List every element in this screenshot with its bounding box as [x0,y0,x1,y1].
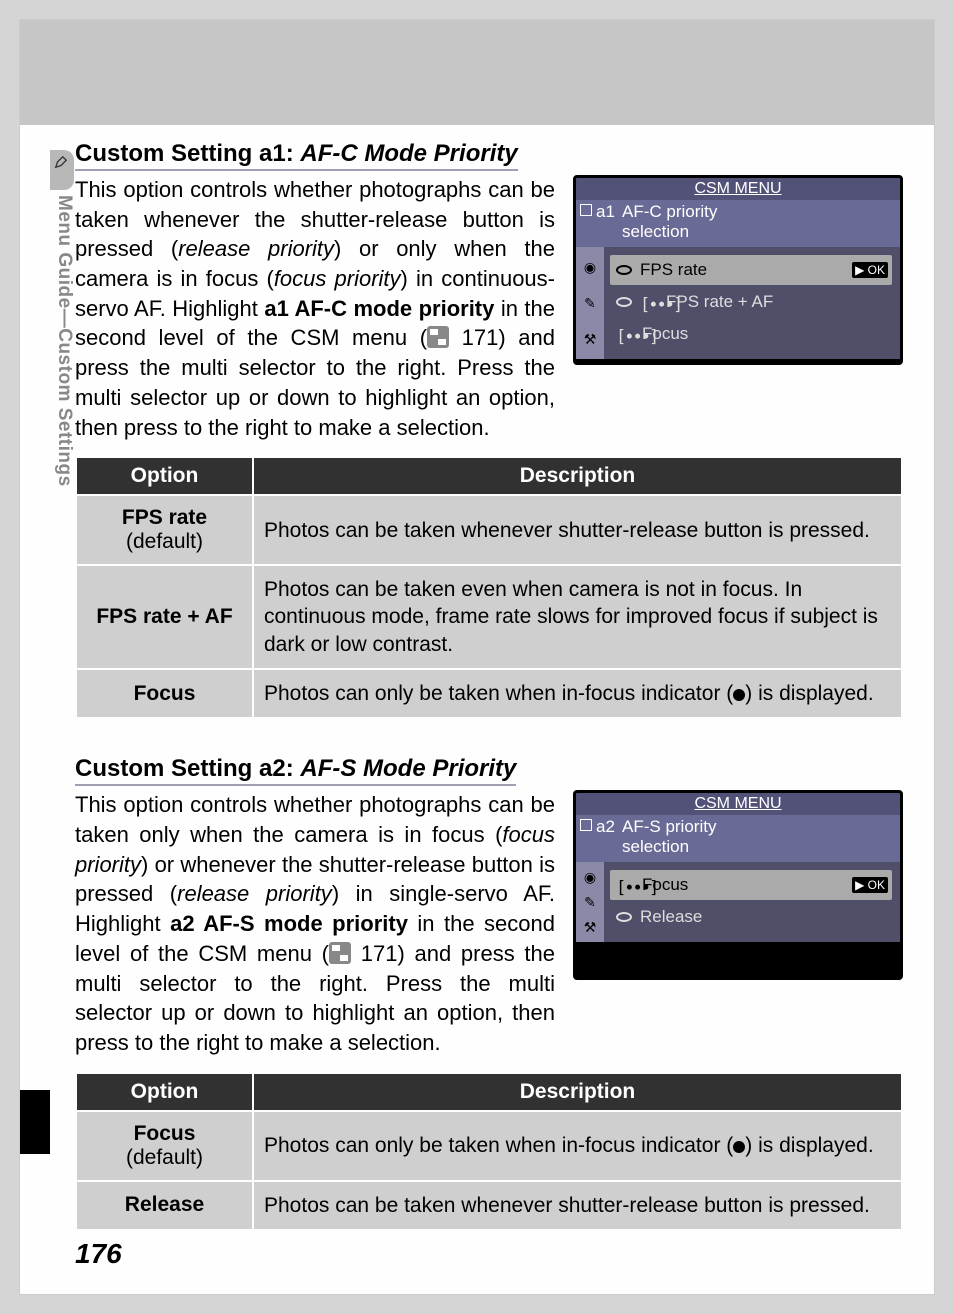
play-icon [580,819,592,831]
options-table-a1: Option Description FPS rate(default)Phot… [75,456,903,719]
table-header-option: Option [77,458,252,494]
option-cell: Focus(default) [77,1112,252,1180]
lcd-option: [∙∙∙] FPS rate + AF [610,287,892,317]
table-row: FocusPhotos can only be taken when in-fo… [77,670,901,717]
wrench-icon: ⚒ [584,331,597,348]
lcd-option-label: Release [640,907,702,927]
dial-icon [616,297,632,307]
pencil-icon [54,155,68,169]
heading-a1: Custom Setting a1: AF-C Mode Priority [75,140,518,171]
thumb-index [20,1090,50,1154]
description-cell: Photos can be taken even when camera is … [254,566,901,668]
lcd-option-label: FPS rate [640,260,707,280]
sidebar-label: Menu Guide—Custom Settings [53,195,75,487]
bracket-icon: [∙∙∙] [616,327,634,341]
lcd-option: Release [610,902,892,932]
options-table-a2: Option Description Focus(default)Photos … [75,1072,903,1231]
page-ref-icon [427,326,449,348]
table-row: FPS rate + AFPhotos can be taken even wh… [77,566,901,668]
option-cell: FPS rate(default) [77,496,252,564]
pencil-icon: ✎ [584,894,596,911]
description-cell: Photos can only be taken when in-focus i… [254,1112,901,1180]
focus-dot-icon [733,689,745,701]
lcd-side-icons: ◉ ✎ ⚒ [576,862,604,942]
camera-icon: ◉ [584,259,596,276]
ok-badge: ▶ OK [852,262,888,278]
lcd-side-icons: ◉ ✎ ⚒ [576,247,604,359]
lcd-subtitle: a1 AF-C priority selection [576,200,900,247]
description-cell: Photos can only be taken when in-focus i… [254,670,901,717]
description-cell: Photos can be taken whenever shutter-rel… [254,1182,901,1229]
bracket-icon: [∙∙∙] [616,878,634,892]
lcd-option: [∙∙∙] Focus [610,319,892,349]
lcd-screenshot-a1: CSM MENU a1 AF-C priority selection ◉ ✎ … [573,175,903,365]
lcd-title: CSM MENU [576,178,900,200]
focus-dot-icon [733,1141,745,1153]
page-ref-icon [329,942,351,964]
table-row: FPS rate(default)Photos can be taken whe… [77,496,901,564]
ok-badge: ▶ OK [852,877,888,893]
lcd-option-label: Focus [642,875,688,895]
lcd-option-label: FPS rate + AF [666,292,773,312]
table-header-option: Option [77,1074,252,1110]
lcd-subtitle: a2 AF-S priority selection [576,815,900,862]
lcd-title: CSM MENU [576,793,900,815]
paragraph-a1: This option controls whether photographs… [75,175,555,442]
lcd-option: [∙∙∙] Focus ▶ OK [610,870,892,900]
option-cell: FPS rate + AF [77,566,252,668]
camera-icon: ◉ [584,869,596,886]
lcd-screenshot-a2: CSM MENU a2 AF-S priority selection ◉ ✎ … [573,790,903,980]
table-row: ReleasePhotos can be taken whenever shut… [77,1182,901,1229]
header-band [20,20,934,125]
option-cell: Release [77,1182,252,1229]
table-header-description: Description [254,1074,901,1110]
lcd-option-label: Focus [642,324,688,344]
dial-icon [616,912,632,922]
page: Menu Guide—Custom Settings 176 Custom Se… [20,20,934,1294]
pencil-icon: ✎ [584,295,596,312]
option-cell: Focus [77,670,252,717]
table-row: Focus(default)Photos can only be taken w… [77,1112,901,1180]
lcd-option: FPS rate ▶ OK [610,255,892,285]
bracket-icon: [∙∙∙] [640,295,658,309]
table-header-description: Description [254,458,901,494]
play-icon [580,204,592,216]
heading-a2: Custom Setting a2: AF-S Mode Priority [75,755,516,786]
description-cell: Photos can be taken whenever shutter-rel… [254,496,901,564]
dial-icon [616,265,632,275]
wrench-icon: ⚒ [584,919,597,936]
paragraph-a2: This option controls whether photographs… [75,790,555,1057]
